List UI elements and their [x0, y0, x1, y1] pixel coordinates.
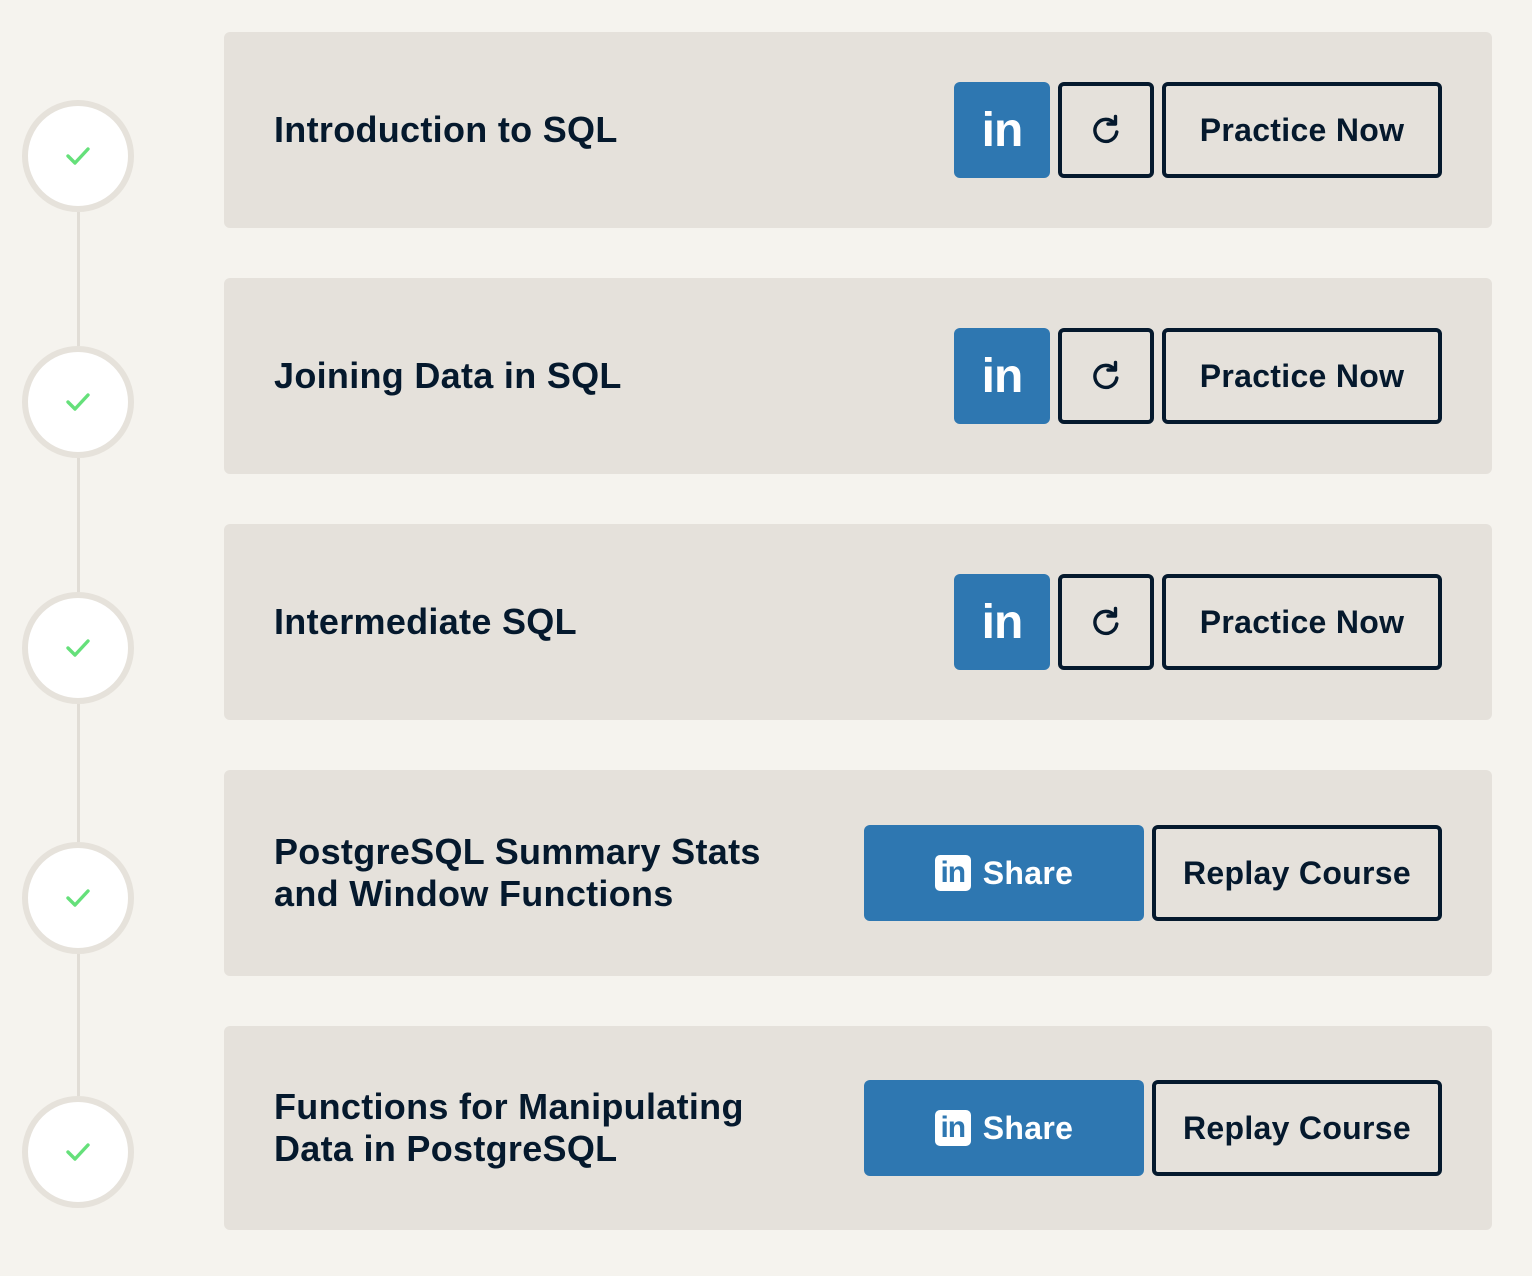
restart-course-button[interactable]: [1058, 82, 1154, 178]
course-card: Joining Data in SQL in Practice Now: [224, 278, 1492, 474]
practice-now-button[interactable]: Practice Now: [1162, 328, 1442, 424]
timeline-connector: [77, 458, 80, 592]
course-title: PostgreSQL Summary Stats and Window Func…: [274, 831, 761, 914]
linkedin-icon: in: [981, 349, 1024, 403]
course-title: Intermediate SQL: [274, 601, 577, 642]
completed-step-indicator: [22, 100, 134, 212]
refresh-icon: [1093, 360, 1119, 390]
linkedin-share-button[interactable]: in: [954, 82, 1050, 178]
check-icon: [66, 147, 90, 165]
practice-now-button[interactable]: Practice Now: [1162, 82, 1442, 178]
linkedin-share-button[interactable]: in: [954, 328, 1050, 424]
linkedin-icon: in: [981, 595, 1024, 649]
replay-course-button[interactable]: Replay Course: [1152, 1080, 1442, 1176]
course-card: PostgreSQL Summary Stats and Window Func…: [224, 770, 1492, 976]
check-icon: [66, 393, 90, 411]
practice-now-button[interactable]: Practice Now: [1162, 574, 1442, 670]
check-icon: [66, 639, 90, 657]
completed-step-indicator: [22, 346, 134, 458]
linkedin-share-button[interactable]: in: [954, 574, 1050, 670]
check-icon: [66, 1143, 90, 1161]
linkedin-icon: in: [934, 1110, 971, 1146]
linkedin-icon: in: [981, 103, 1024, 157]
linkedin-share-button[interactable]: in Share: [864, 825, 1144, 921]
completed-step-indicator: [22, 1096, 134, 1208]
linkedin-icon: in: [934, 855, 971, 891]
timeline-connector: [77, 212, 80, 346]
restart-course-button[interactable]: [1058, 328, 1154, 424]
check-icon: [66, 889, 90, 907]
share-label: Share: [982, 1109, 1074, 1146]
course-card: Introduction to SQL in Practice Now: [224, 32, 1492, 228]
timeline-connector: [77, 704, 80, 842]
restart-course-button[interactable]: [1058, 574, 1154, 670]
course-title: Functions for Manipulating Data in Postg…: [274, 1086, 744, 1169]
timeline-connector: [77, 954, 80, 1096]
refresh-icon: [1093, 114, 1119, 144]
completed-step-indicator: [22, 592, 134, 704]
linkedin-share-button[interactable]: in Share: [864, 1080, 1144, 1176]
completed-step-indicator: [22, 842, 134, 954]
course-title: Introduction to SQL: [274, 109, 618, 150]
course-title: Joining Data in SQL: [274, 355, 622, 396]
replay-course-button[interactable]: Replay Course: [1152, 825, 1442, 921]
course-card: Intermediate SQL in Practice Now: [224, 524, 1492, 720]
course-card: Functions for Manipulating Data in Postg…: [224, 1026, 1492, 1230]
refresh-icon: [1093, 606, 1119, 636]
share-label: Share: [982, 854, 1074, 891]
